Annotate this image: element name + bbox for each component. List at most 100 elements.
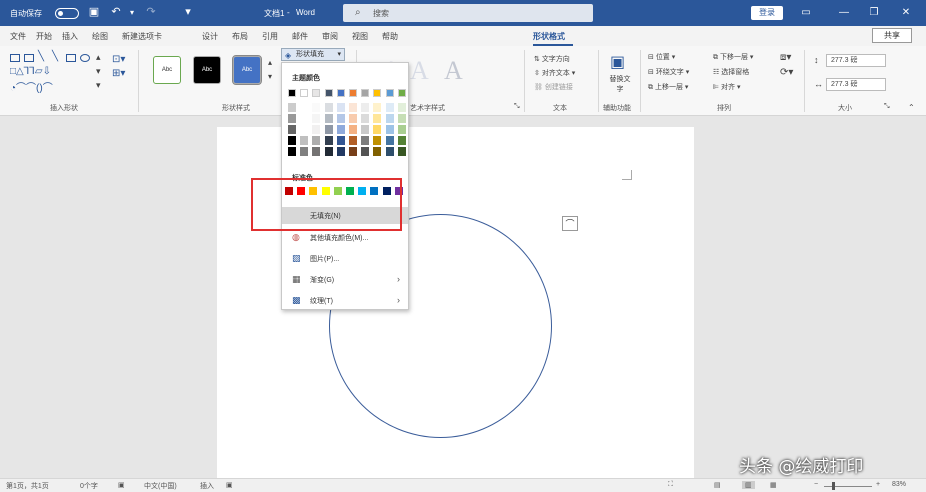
more-fill-colors-item[interactable]: ◍ 其他填充颜色(M)... (282, 229, 408, 246)
align-button[interactable]: ⊫ 对齐 ▾ (713, 82, 741, 92)
tab-file[interactable]: 文件 (10, 31, 26, 42)
word-count[interactable]: 0个字 (80, 481, 98, 491)
restore-icon[interactable]: ❐ (866, 5, 882, 21)
theme-color-shade-swatch[interactable] (361, 136, 370, 145)
style-preset-outline[interactable]: Abc (153, 56, 181, 84)
proofing-icon[interactable]: ▣ (118, 481, 125, 489)
share-button[interactable]: 共享 (872, 28, 912, 43)
theme-color-shade-swatch[interactable] (324, 136, 333, 145)
search-box[interactable]: ⌕ 搜索 (343, 4, 593, 22)
theme-color-shade-swatch[interactable] (288, 103, 296, 112)
theme-color-shade-swatch[interactable] (349, 147, 357, 156)
position-button[interactable]: ⊟ 位置 ▾ (648, 52, 675, 62)
print-layout-icon[interactable]: ▥ (742, 481, 755, 489)
theme-color-shade-swatch[interactable] (288, 136, 296, 145)
tab-home[interactable]: 开始 (36, 31, 52, 42)
theme-color-shade-swatch[interactable] (361, 114, 370, 123)
theme-color-shade-swatch[interactable] (349, 114, 357, 123)
theme-color-shade-swatch[interactable] (324, 114, 333, 123)
save-icon[interactable]: ▣ (88, 6, 100, 19)
redo-icon[interactable]: ↷ (145, 6, 157, 19)
theme-color-shade-swatch[interactable] (397, 103, 406, 112)
theme-color-shade-swatch[interactable] (324, 103, 333, 112)
theme-color-shade-swatch[interactable] (385, 147, 394, 156)
theme-color-shade-swatch[interactable] (361, 103, 370, 112)
style-gallery-more-icon[interactable]: ▾ (268, 72, 272, 81)
tab-shape-format[interactable]: 形状格式 (533, 31, 565, 42)
rotate-icon[interactable]: ⟳▾ (780, 67, 793, 78)
theme-color-shade-swatch[interactable] (324, 147, 333, 156)
tab-new[interactable]: 新建选项卡 (122, 31, 162, 42)
theme-color-shade-swatch[interactable] (324, 125, 333, 134)
theme-color-shade-swatch[interactable] (397, 136, 406, 145)
read-mode-icon[interactable]: ▤ (714, 481, 721, 489)
language-indicator[interactable]: 中文(中国) (144, 481, 177, 491)
tab-references[interactable]: 引用 (262, 31, 278, 42)
create-link-button[interactable]: ⛓ 创建链接 (534, 82, 573, 92)
theme-color-shade-swatch[interactable] (397, 147, 406, 156)
alt-text-label[interactable]: 替换文字 (607, 74, 633, 94)
theme-color-shade-swatch[interactable] (349, 125, 357, 134)
customize-quick-access-icon[interactable]: ▾ (182, 6, 194, 19)
ribbon-display-options-icon[interactable]: ▭ (798, 5, 814, 21)
insert-mode[interactable]: 插入 (200, 481, 214, 491)
tab-help[interactable]: 帮助 (382, 31, 398, 42)
wordart-preset-2[interactable]: A (410, 56, 429, 86)
theme-color-swatch[interactable] (324, 89, 333, 97)
theme-color-shade-swatch[interactable] (312, 125, 321, 134)
text-direction-button[interactable]: ⇅ 文字方向 (534, 54, 570, 64)
more-shapes-icon[interactable]: ▾ (96, 80, 101, 91)
vertical-textbox-shape-icon[interactable] (24, 54, 34, 62)
selection-pane-button[interactable]: ☷ 选择窗格 (713, 67, 749, 77)
theme-color-shade-swatch[interactable] (397, 125, 406, 134)
picture-fill-item[interactable]: ▨ 图片(P)... (282, 250, 408, 267)
theme-color-swatch[interactable] (336, 89, 345, 97)
tab-layout[interactable]: 布局 (232, 31, 248, 42)
theme-color-shade-swatch[interactable] (300, 114, 309, 123)
theme-color-shade-swatch[interactable] (385, 114, 394, 123)
theme-color-shade-swatch[interactable] (385, 103, 394, 112)
collapse-ribbon-icon[interactable]: ⌃ (908, 103, 915, 112)
theme-color-shade-swatch[interactable] (336, 125, 345, 134)
theme-color-shade-swatch[interactable] (300, 103, 309, 112)
gradient-fill-item[interactable]: ▦ 渐变(G) › (282, 271, 408, 288)
macro-icon[interactable]: ▣ (226, 481, 233, 489)
theme-color-shade-swatch[interactable] (312, 103, 321, 112)
theme-color-shade-swatch[interactable] (361, 147, 370, 156)
theme-color-swatch[interactable] (385, 89, 394, 97)
tab-view[interactable]: 视图 (352, 31, 368, 42)
theme-color-swatch[interactable] (349, 89, 357, 97)
theme-color-shade-swatch[interactable] (373, 103, 382, 112)
wordart-preset-3[interactable]: A (444, 56, 463, 86)
theme-color-swatch[interactable] (373, 89, 382, 97)
zoom-slider-thumb[interactable] (832, 482, 835, 490)
theme-color-shade-swatch[interactable] (373, 147, 382, 156)
wrap-text-button[interactable]: ⊟ 环绕文字 ▾ (648, 67, 689, 77)
bring-forward-button[interactable]: ⧉ 上移一层 ▾ (648, 82, 688, 92)
theme-color-shade-swatch[interactable] (312, 136, 321, 145)
theme-color-shade-swatch[interactable] (312, 147, 321, 156)
theme-color-swatch[interactable] (361, 89, 370, 97)
rectangle-shape-icon[interactable] (66, 54, 76, 62)
close-icon[interactable]: ✕ (898, 5, 914, 21)
theme-color-shade-swatch[interactable] (300, 147, 309, 156)
style-gallery-up-icon[interactable]: ▴ (268, 58, 272, 67)
theme-color-shade-swatch[interactable] (288, 114, 296, 123)
theme-color-swatch[interactable] (288, 89, 296, 97)
oval-shape-icon[interactable] (80, 54, 90, 62)
focus-mode-icon[interactable]: ⛶ (668, 481, 673, 489)
login-button[interactable]: 登录 (751, 6, 783, 20)
theme-color-shade-swatch[interactable] (373, 125, 382, 134)
zoom-level[interactable]: 83% (892, 481, 906, 488)
tab-insert[interactable]: 插入 (62, 31, 78, 42)
draw-textbox-icon[interactable]: ⊞▾ (112, 68, 125, 79)
theme-color-swatch[interactable] (312, 89, 321, 97)
zoom-out-icon[interactable]: − (814, 481, 818, 488)
theme-color-shade-swatch[interactable] (397, 114, 406, 123)
tab-mailings[interactable]: 邮件 (292, 31, 308, 42)
theme-color-shade-swatch[interactable] (300, 136, 309, 145)
style-preset-dark[interactable]: Abc (193, 56, 221, 84)
theme-color-shade-swatch[interactable] (349, 136, 357, 145)
theme-color-shade-swatch[interactable] (385, 125, 394, 134)
width-field[interactable]: 277.3 磅 (826, 78, 886, 91)
